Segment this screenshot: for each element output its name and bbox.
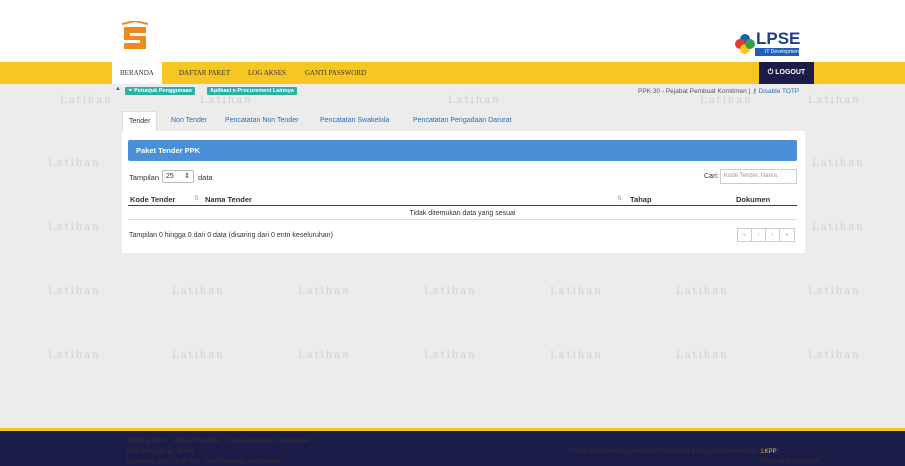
pagination: « ‹ › » (737, 228, 795, 242)
copyright: © 2006-2020 Lembaga Kebijakan Pengadaan … (568, 449, 779, 455)
empty-row: Tidak ditemukan data yang sesuai (128, 208, 797, 220)
tab-tender[interactable]: Tender (122, 111, 158, 131)
col-dokumen[interactable]: Dokumen (736, 195, 770, 204)
nav-daftar-paket[interactable]: DAFTAR PAKET (171, 62, 238, 84)
visitor-count: Total Pengunjung: 28.646 (126, 449, 195, 455)
watermark: Latihan (550, 286, 603, 297)
watermark: Latihan (676, 350, 729, 361)
version: SPSE v4.3u20200809 (760, 459, 820, 465)
panel-title: Paket Tender PPK (128, 140, 797, 161)
next-page-button[interactable]: › (766, 229, 780, 241)
watermark: Latihan (808, 286, 861, 297)
spse-logo-icon[interactable] (120, 21, 150, 55)
watermark: Latihan (808, 350, 861, 361)
nav-beranda[interactable]: BERANDA (112, 62, 162, 84)
watermark: Latihan (60, 95, 113, 106)
header: LPSE IT Development (0, 0, 905, 62)
search-input[interactable]: Kode Tender, Nama (720, 169, 797, 184)
watermark: Latihan (48, 286, 101, 297)
watermark: Latihan (48, 350, 101, 361)
footer-link-tentang[interactable]: Tentang Kami (126, 437, 168, 444)
watermark: Latihan (448, 95, 501, 106)
watermark: Latihan (298, 350, 351, 361)
first-page-button[interactable]: « (738, 229, 752, 241)
watermark: Latihan (172, 286, 225, 297)
sort-icon[interactable]: ⇅ (617, 195, 622, 202)
watermark: Latihan (48, 222, 101, 233)
prev-page-button[interactable]: ‹ (752, 229, 766, 241)
user-label: PPK 30 - Pejabat Pembuat Komitmen | (638, 88, 751, 95)
sort-icon[interactable]: ⇅ (194, 195, 199, 202)
watermark: Latihan (424, 286, 477, 297)
watermark: Latihan (812, 158, 865, 169)
watermark: Latihan (812, 222, 865, 233)
logout-button[interactable]: ⏻ LOGOUT (759, 62, 814, 84)
petunjuk-label: Petunjuk Penggunaan (134, 88, 192, 94)
table-header: Kode Tender ⇅ Nama Tender ⇅ Tahap Dokume… (128, 192, 797, 206)
length-select[interactable]: 25 ⇕ (162, 170, 194, 183)
caret-up-icon[interactable]: ▲ (115, 86, 121, 92)
col-kode-tender[interactable]: Kode Tender (130, 195, 175, 204)
length-suffix: data (198, 173, 213, 182)
lkpp-link[interactable]: LKPP (761, 449, 776, 455)
session-date: 12 Agustus 2020 13:30 WIB - Sesi Pelatih… (126, 459, 280, 465)
main-navbar: BERANDA DAFTAR PAKET LOG AKSES GANTI PAS… (0, 62, 905, 84)
col-tahap[interactable]: Tahap (630, 195, 652, 204)
footer-link-pakta[interactable]: Pakta Integritas (173, 437, 220, 444)
watermark: Latihan (808, 95, 861, 106)
footer-links: Tentang Kami Pakta Integritas Persyarata… (126, 437, 313, 444)
search-label: Cari: (704, 173, 719, 180)
watermark: Latihan (700, 95, 753, 106)
table-info: Tampilan 0 hingga 0 dari 0 data (disarin… (129, 232, 333, 239)
tab-pencatatan-swakelola[interactable]: Pencatatan Swakelola (320, 111, 389, 131)
aplikasi-badge[interactable]: Aplikasi e-Procurement Lainnya (207, 87, 297, 95)
lpse-logo-sub: IT Development (765, 49, 801, 55)
copyright-end: ) (776, 449, 779, 455)
watermark: Latihan (172, 350, 225, 361)
watermark: Latihan (48, 158, 101, 169)
last-page-button[interactable]: » (780, 229, 794, 241)
select-arrows-icon: ⇕ (184, 173, 190, 180)
col-nama-tender[interactable]: Nama Tender (205, 195, 252, 204)
lpse-logo-text: LPSE (756, 29, 801, 48)
length-label: Tampilan (129, 173, 160, 182)
watermark: Latihan (298, 286, 351, 297)
watermark: Latihan (424, 350, 477, 361)
footer-accent-line (0, 428, 905, 431)
browser-window: Latihan Latihan Latihan Latihan Latihan … (0, 0, 905, 466)
lpse-logo[interactable]: LPSE IT Development (733, 29, 803, 58)
nav-log-akses[interactable]: LOG AKSES (240, 62, 294, 84)
footer-link-persyaratan[interactable]: Persyaratan dan Ketentuan (227, 437, 310, 444)
length-value: 25 (166, 173, 174, 180)
key-icon: ⚷ (752, 88, 759, 95)
watermark: Latihan (550, 350, 603, 361)
watermark: Latihan (676, 286, 729, 297)
petunjuk-badge[interactable]: ⚭ Petunjuk Penggunaan (125, 87, 195, 95)
watermark: Latihan (200, 95, 253, 106)
copyright-text: © 2006-2020 Lembaga Kebijakan Pengadaan … (568, 449, 762, 455)
disable-totp-link[interactable]: Disable TOTP (759, 88, 800, 95)
logout-label: LOGOUT (775, 69, 806, 76)
tab-pencatatan-non-tender[interactable]: Pencatatan Non Tender (225, 111, 298, 131)
tab-pencatatan-darurat[interactable]: Pencatatan Pengadaan Darurat (413, 111, 511, 131)
tab-non-tender[interactable]: Non Tender (171, 111, 207, 131)
paket-tender-panel: Paket Tender PPK Tampilan 25 ⇕ data Cari… (122, 131, 805, 253)
user-info: PPK 30 - Pejabat Pembuat Komitmen | ⚷ Di… (638, 87, 799, 95)
nav-ganti-password[interactable]: GANTI PASSWORD (297, 62, 374, 84)
